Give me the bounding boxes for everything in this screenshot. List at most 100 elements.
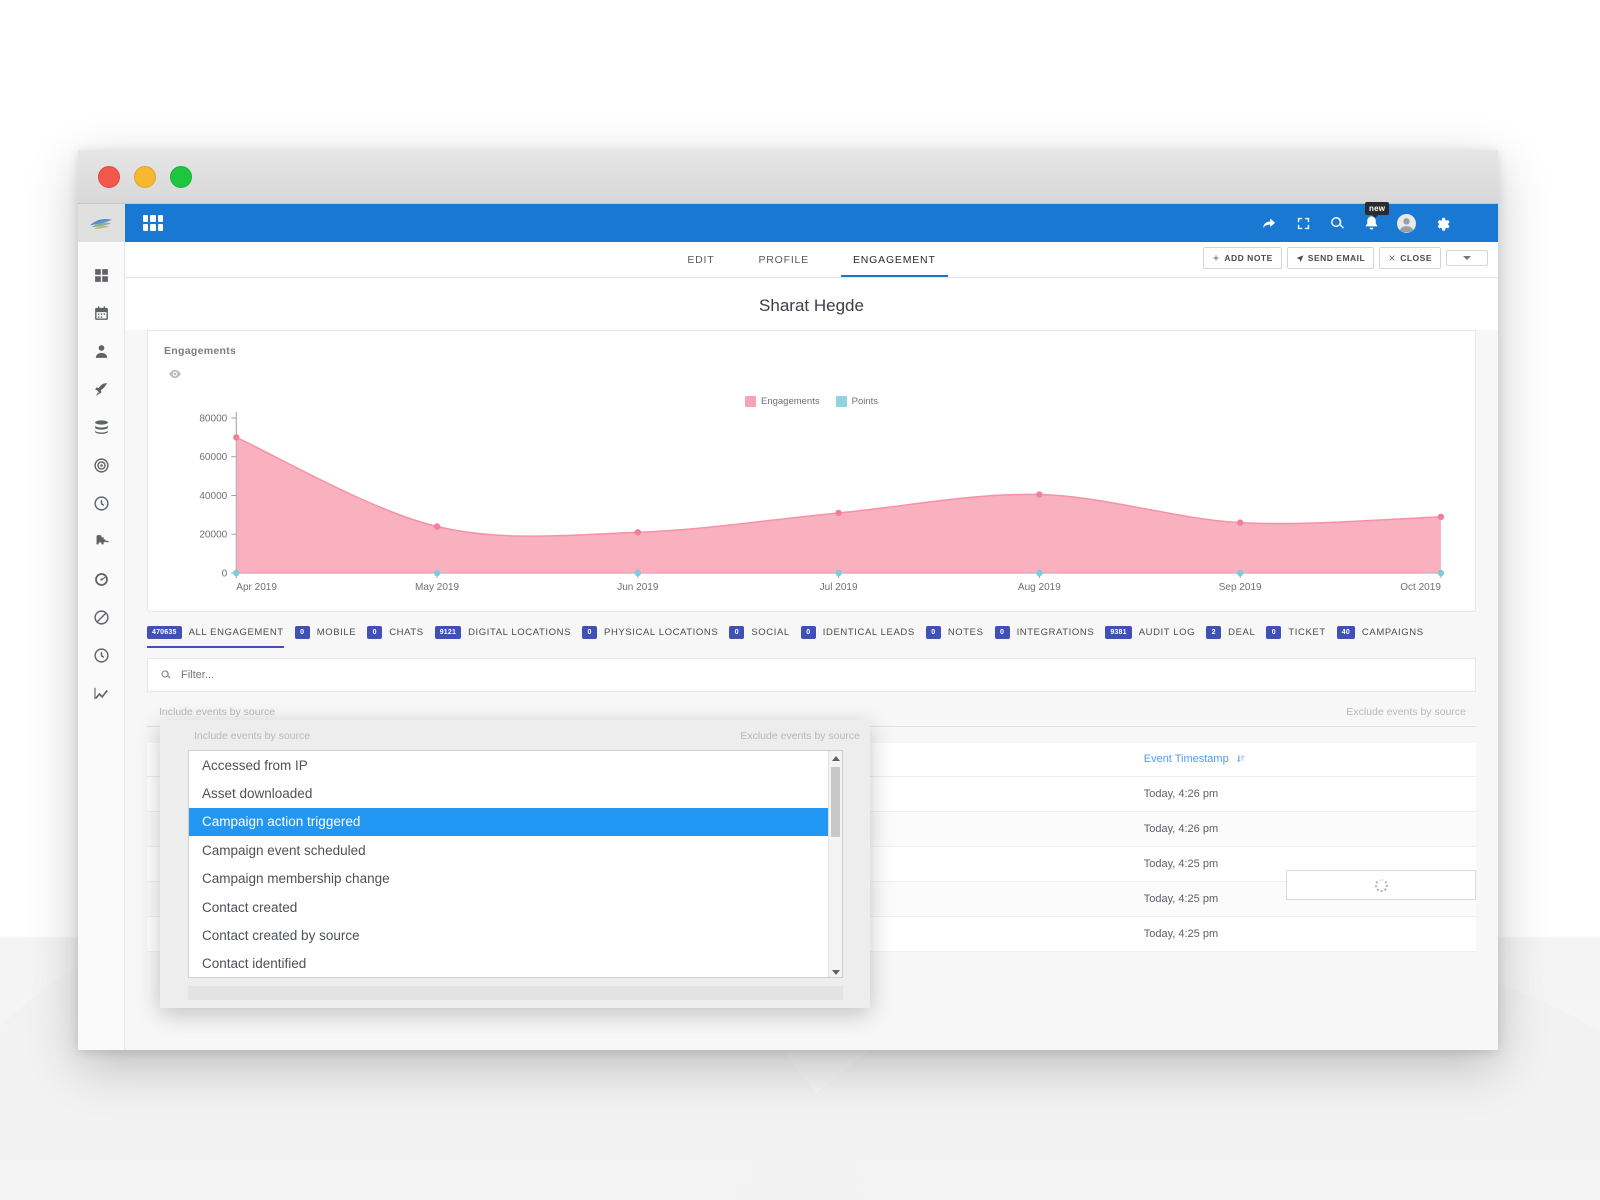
dropdown-option[interactable]: Accessed from IP [189,751,842,779]
page-title: Sharat Hegde [125,278,1498,330]
scroll-up-button[interactable] [829,751,842,765]
more-actions-button[interactable] [1446,250,1488,266]
dropdown-scrollbar[interactable] [828,751,842,977]
dropdown-option[interactable]: Contact identified [189,950,842,977]
app-logo[interactable] [78,204,125,242]
x-tick-label: May 2019 [415,582,459,593]
legend-item-engagements[interactable]: Engagements [744,396,820,407]
hamburger-menu-icon[interactable] [1467,217,1484,229]
engagement-tab-digital-locations[interactable]: 9121 DIGITAL LOCATIONS [434,626,582,648]
engagement-tab-count: 0 [582,626,598,639]
engagement-tab-label: SOCIAL [751,627,790,638]
engagement-tab-identical-leads[interactable]: 0 IDENTICAL LEADS [800,626,926,648]
sidebar-item-integrations[interactable] [90,530,112,552]
x-tick-label: Oct 2019 [1400,582,1441,593]
sidebar-item-campaigns[interactable] [90,378,112,400]
tab-engagement[interactable]: ENGAGEMENT [831,242,958,277]
sidebar-item-calendar[interactable] [90,302,112,324]
clock-icon [93,495,109,511]
engagement-tab-physical-locations[interactable]: 0 PHYSICAL LOCATIONS [582,626,729,648]
engagement-tab-social[interactable]: 0 SOCIAL [729,626,800,648]
dropdown-option[interactable]: Contact created [189,893,842,921]
engagement-tab-audit-log[interactable]: 9381 AUDIT LOG [1105,626,1206,648]
sidebar-item-goals[interactable] [90,454,112,476]
chevron-down-icon [1463,256,1471,260]
engagement-tab-count: 0 [367,626,383,639]
sidebar-item-history[interactable] [90,644,112,666]
database-stack-icon [94,419,108,434]
sidebar-item-data[interactable] [90,416,112,438]
series-points-marker [433,569,441,577]
sidebar-item-performance[interactable] [90,568,112,590]
calendar-icon [94,305,108,320]
engagement-tab-chats[interactable]: 0 CHATS [367,626,435,648]
engagement-tab-count: 0 [1266,626,1282,639]
series-points-marker [634,569,642,577]
engagements-chart: Engagements Points 0 20000 40000 60000 80000… [164,388,1459,603]
search-icon[interactable] [1329,215,1346,232]
exclude-events-select[interactable]: Exclude events by source [811,698,1476,727]
legend-swatch-engagements [744,396,756,407]
chart-svg: 0 20000 40000 60000 80000 Apr 2019 May 2019 Jun… [199,412,1445,593]
engagement-tab-campaigns[interactable]: 40 CAMPAIGNS [1336,626,1435,648]
gauge-icon [94,572,108,586]
sidebar-item-activity[interactable] [90,492,112,514]
engagement-tab-ticket[interactable]: 0 TICKET [1266,626,1336,648]
dropdown-footer-strip [188,986,843,1000]
filter-input[interactable] [181,669,1463,681]
engagement-tab-notes[interactable]: 0 NOTES [925,626,995,648]
visibility-toggle[interactable] [164,357,1459,386]
engagement-tab-label: ALL ENGAGEMENT [188,627,284,638]
dropdown-option-list[interactable]: Accessed from IP Asset downloaded Campaign… [188,750,843,978]
legend-label-points: Points [851,396,879,407]
new-notification-badge: new [1365,201,1390,218]
sidebar-item-blocked[interactable] [90,606,112,628]
sidebar-item-dashboard[interactable] [90,264,112,286]
sidebar-item-reports[interactable] [90,682,112,704]
legend-item-points[interactable]: Points [835,396,879,407]
dropdown-option[interactable]: Asset downloaded [189,779,842,807]
dropdown-option[interactable]: Campaign event scheduled [189,836,842,864]
send-email-button[interactable]: SEND EMAIL [1286,247,1375,269]
column-header-event-timestamp[interactable]: Event Timestamp [1143,743,1476,777]
share-arrow-icon[interactable] [1261,215,1278,232]
tab-profile[interactable]: PROFILE [736,242,831,277]
fullscreen-icon[interactable] [1295,215,1312,232]
scroll-down-button[interactable] [829,965,842,977]
window-titlebar [78,150,1498,204]
nav-tab-row: EDIT PROFILE ENGAGEMENT ADD NOTE SEND EM… [125,242,1498,278]
close-window-button[interactable] [98,165,120,188]
engagement-tab-count: 0 [729,626,745,639]
series-points-marker [1437,569,1445,577]
engagement-tab-integrations[interactable]: 0 INTEGRATIONS [994,626,1106,648]
series-engagements-marker [1036,491,1043,498]
paper-plane-icon [1296,255,1304,262]
close-button[interactable]: CLOSE [1379,247,1441,269]
series-engagements-area [236,437,1441,573]
sidebar-item-contacts[interactable] [90,340,112,362]
dropdown-option[interactable]: Contact created by source [189,921,842,949]
minimize-window-button[interactable] [134,165,156,188]
gear-icon[interactable] [1433,215,1450,232]
bell-icon[interactable]: new [1363,201,1390,232]
engagement-tab-all-engagement[interactable]: 470635 ALL ENGAGEMENT [147,626,295,648]
engagement-tab-deal[interactable]: 2 DEAL [1206,626,1266,648]
scrollbar-thumb[interactable] [831,767,840,837]
x-tick-label: Aug 2019 [1018,582,1061,593]
tab-edit[interactable]: EDIT [665,242,736,277]
grid-icon[interactable] [143,215,163,231]
filter-bar[interactable] [147,658,1476,692]
left-sidebar [78,204,125,1050]
engagement-tab-mobile[interactable]: 0 MOBILE [294,626,368,648]
y-tick-label: 40000 [199,491,227,502]
loading-box [1286,870,1476,900]
eye-icon [169,369,181,379]
browser-window: new EDIT PROFILE ENGAGEMENT ADD NOTE SEN… [78,150,1498,1050]
dropdown-option[interactable]: Campaign action triggered [189,807,842,837]
dropdown-option[interactable]: Campaign membership change [189,865,842,893]
avatar-icon[interactable] [1397,213,1416,233]
sort-descending-icon[interactable] [1236,754,1245,766]
add-note-button[interactable]: ADD NOTE [1203,247,1282,269]
triangle-up-icon [832,755,840,761]
maximize-window-button[interactable] [170,165,192,188]
